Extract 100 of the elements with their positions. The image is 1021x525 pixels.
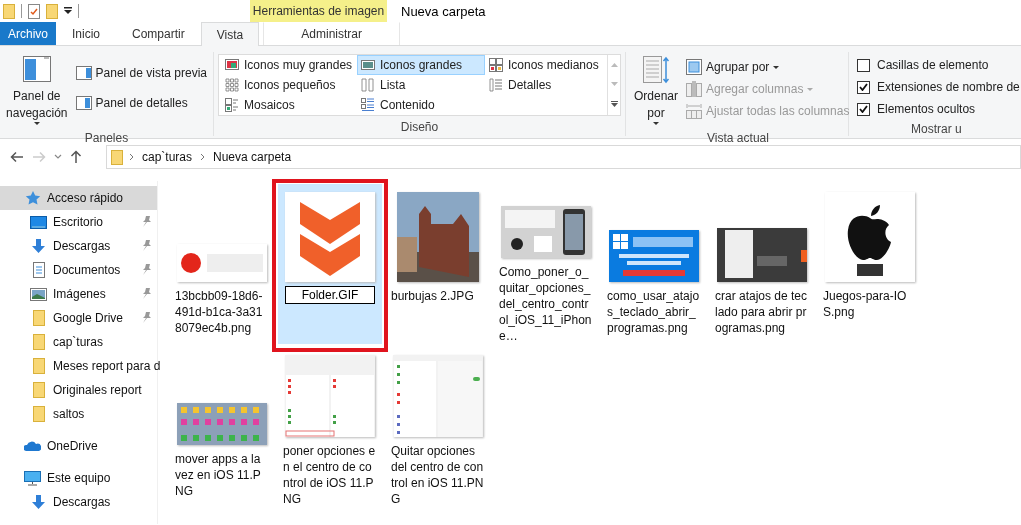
folder-icon [30, 334, 47, 350]
file-name: mover apps a la vez en iOS 11.PNG [175, 451, 262, 499]
star-icon [24, 190, 41, 206]
layout-option[interactable]: Iconos medianos [485, 55, 605, 75]
chevron-icon[interactable] [129, 153, 134, 161]
file-name: como_usar_atajos_teclado_abrir_programas.png [607, 288, 701, 336]
folder-icon [111, 149, 123, 165]
file-item[interactable]: Folder.GIF [278, 184, 382, 344]
sort-columns-icon [643, 56, 669, 84]
file-item[interactable]: mover apps a la vez en iOS 11.PNG [170, 347, 274, 507]
view-icon [361, 58, 375, 72]
layout-option[interactable]: Iconos grandes [357, 55, 485, 75]
nav-item[interactable]: Documentos [0, 258, 157, 282]
scroll-down-icon[interactable] [610, 82, 618, 86]
view-icon [225, 98, 239, 112]
nav-item[interactable]: Meses report para d [0, 354, 163, 378]
file-name: crar atajos de teclado para abrir programas.png [715, 288, 809, 336]
pane-icon [75, 96, 92, 110]
nav-item[interactable]: Imágenes [0, 282, 157, 306]
nav-item[interactable]: cap`turas [0, 330, 157, 354]
column-icon [686, 103, 702, 119]
view-icon [361, 78, 375, 92]
file-item[interactable]: Quitar opciones del centro de control en iOS 11.PNG [386, 347, 490, 507]
item-checkbox[interactable]: Casillas de elemento [857, 54, 1020, 76]
rename-field[interactable]: Folder.GIF [285, 286, 375, 304]
item-checkbox[interactable]: Extensiones de nombre de [857, 76, 1020, 98]
download-icon [30, 238, 47, 254]
file-item[interactable]: como_usar_atajos_teclado_abrir_programas.png [602, 184, 706, 344]
breadcrumb-item[interactable]: Nueva carpeta [211, 150, 294, 164]
file-name: Como_poner_o_quitar_opciones_del_centro_control_iOS_11_iPhone… [499, 264, 593, 344]
download-icon [30, 494, 47, 510]
column-icon [686, 59, 702, 75]
folder-icon[interactable] [3, 3, 15, 19]
layout-option[interactable]: Detalles [485, 75, 605, 95]
group-label: Mostrar u [910, 121, 963, 138]
window-title: Nueva carpeta [400, 2, 486, 21]
up-arrow-icon[interactable] [70, 150, 82, 164]
ribbon-tab[interactable]: Vista [200, 22, 260, 46]
nav-item[interactable]: Originales report [0, 378, 157, 402]
file-item[interactable]: Juegos-para-IOS.png [818, 184, 922, 344]
layout-option[interactable]: Iconos muy grandes [221, 55, 357, 75]
properties-icon[interactable] [28, 3, 40, 19]
ribbon-tab[interactable]: Archivo [0, 22, 56, 45]
folder-icon [30, 406, 47, 422]
group-label: Paneles [83, 130, 130, 147]
view-icon [489, 78, 503, 92]
layout-option[interactable]: Lista [357, 75, 485, 95]
desktop-icon [30, 214, 47, 230]
file-name: poner opciones en el centro de control de iOS 11.PNG [283, 443, 377, 507]
layout-option[interactable]: Mosaicos [221, 95, 357, 115]
folder-icon [30, 382, 47, 398]
group-label: Diseño [399, 119, 440, 136]
nav-item[interactable]: Google Drive [0, 306, 157, 330]
preview-pane-button[interactable]: Panel de vista previa [73, 62, 209, 84]
file-name: Quitar opciones del centro de control en iOS 11.PNG [391, 443, 485, 507]
nav-item[interactable]: Escritorio [0, 210, 157, 234]
layout-option[interactable]: Contenido [357, 95, 485, 115]
nav-item[interactable]: Descargas [0, 490, 157, 514]
navigation-pane-button[interactable]: Panel de navegación [4, 52, 70, 129]
file-item[interactable]: crar atajos de teclado para abrir programas.png [710, 184, 814, 344]
file-name: 13bcbb09-18d6-491d-b1ca-3a318079ec4b.png [175, 288, 264, 336]
contextual-tab-header: Herramientas de imagen [250, 0, 387, 22]
file-name: burbujas 2.JPG [391, 288, 475, 304]
folder-icon [30, 358, 47, 374]
ribbon-tab[interactable]: Compartir [116, 22, 201, 45]
caret-icon [653, 122, 659, 125]
breadcrumb-item[interactable]: cap`turas [140, 150, 195, 164]
layout-option[interactable]: Iconos pequeños [221, 75, 357, 95]
file-item[interactable]: Como_poner_o_quitar_opciones_del_centro_control_iOS_11_iPhone… [494, 184, 598, 344]
nav-item[interactable]: Este equipo [0, 466, 157, 490]
file-item[interactable]: poner opciones en el centro de control de iOS 11.PNG [278, 347, 382, 507]
folder-icon[interactable] [46, 3, 58, 19]
navigation-pane-icon [22, 56, 51, 82]
details-pane-button[interactable]: Panel de detalles [73, 92, 209, 114]
customize-caret-icon[interactable] [64, 7, 72, 15]
caret-icon [33, 122, 40, 125]
ribbon-tab[interactable]: Inicio [56, 22, 116, 45]
group-by-button[interactable]: Agrupar por [684, 56, 852, 78]
view-icon [225, 58, 239, 72]
folder-icon [30, 310, 47, 326]
view-icon [489, 58, 503, 72]
recent-caret-icon[interactable] [54, 154, 62, 160]
ribbon-tab[interactable]: Administrar [263, 22, 401, 45]
back-arrow-icon[interactable] [10, 151, 24, 163]
nav-item[interactable]: Descargas [0, 234, 157, 258]
nav-item[interactable]: OneDrive [0, 434, 157, 458]
sort-by-button[interactable]: Ordenar por [632, 52, 680, 129]
nav-item[interactable]: saltos [0, 402, 157, 426]
group-label: Vista actual [706, 130, 770, 147]
address-field[interactable]: cap`turas Nueva carpeta [106, 145, 1021, 169]
view-icon [361, 98, 375, 112]
nav-item[interactable]: Acceso rápido [0, 186, 157, 210]
file-item[interactable]: burbujas 2.JPG [386, 184, 490, 344]
file-name: Juegos-para-IOS.png [823, 288, 908, 320]
more-icon[interactable] [610, 101, 618, 108]
pane-icon [75, 66, 92, 80]
file-item[interactable]: 13bcbb09-18d6-491d-b1ca-3a318079ec4b.png [170, 184, 274, 344]
item-checkbox[interactable]: Elementos ocultos [857, 98, 1020, 120]
scroll-up-icon[interactable] [610, 62, 618, 67]
chevron-icon[interactable] [200, 153, 206, 161]
